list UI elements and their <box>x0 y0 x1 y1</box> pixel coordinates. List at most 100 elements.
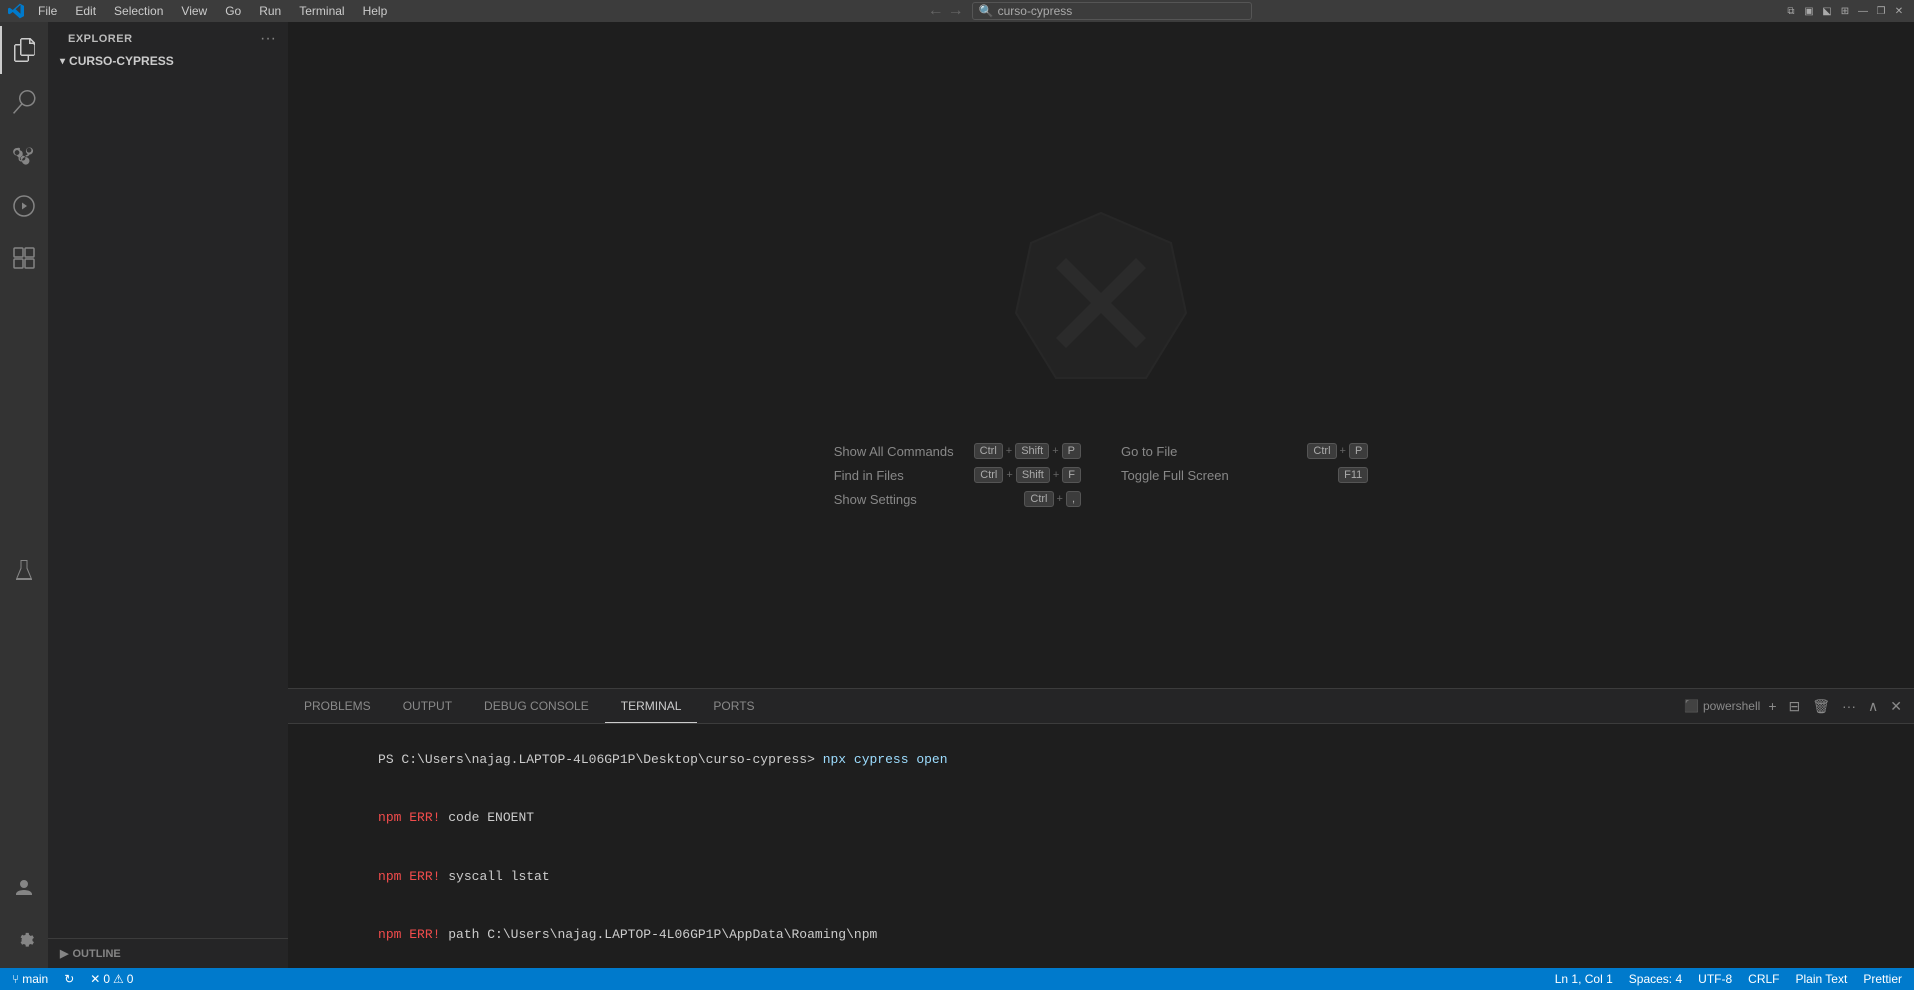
shortcut-label: Toggle Full Screen <box>1121 468 1229 483</box>
terminal-maximize-btn[interactable]: ∧ <box>1864 696 1882 717</box>
sidebar-more-btn[interactable]: ··· <box>260 30 276 48</box>
status-bar: ⑂ main ↻ ✕ 0 ⚠ 0 Ln 1, Col 1 Spaces: 4 U… <box>0 968 1914 990</box>
menu-terminal[interactable]: Terminal <box>291 2 352 20</box>
editor-area: Show All Commands Ctrl + Shift + P Go to… <box>288 22 1914 968</box>
terminal-content[interactable]: PS C:\Users\najag.LAPTOP-4L06GP1P\Deskto… <box>288 724 1914 968</box>
shortcut-goto-file: Go to File Ctrl + P <box>1121 443 1368 459</box>
terminal-split-btn[interactable]: ⊟ <box>1785 696 1805 717</box>
powershell-icon: ⬛ <box>1684 699 1699 713</box>
menu-run[interactable]: Run <box>251 2 289 20</box>
shortcut-settings: Show Settings Ctrl + , <box>834 491 1081 507</box>
folder-name: CURSO-CYPRESS <box>69 54 174 68</box>
terminal-add-btn[interactable]: + <box>1764 696 1780 716</box>
tab-output[interactable]: OUTPUT <box>387 689 468 723</box>
status-position[interactable]: Ln 1, Col 1 <box>1551 972 1617 986</box>
window-sidebar-btn[interactable]: ▣ <box>1802 4 1816 18</box>
key-ctrl: Ctrl <box>1024 491 1053 507</box>
terminal-tabs: PROBLEMS OUTPUT DEBUG CONSOLE TERMINAL P… <box>288 689 771 723</box>
key-shift: Shift <box>1016 467 1050 483</box>
warning-count: 0 <box>127 972 134 986</box>
error-count: 0 <box>103 972 110 986</box>
nav-forward[interactable]: → <box>948 2 964 20</box>
outline-arrow-icon: ▶ <box>60 947 68 960</box>
tab-terminal[interactable]: TERMINAL <box>605 689 698 723</box>
activity-extensions[interactable] <box>0 234 48 282</box>
key-shift: Shift <box>1015 443 1049 459</box>
activity-source-control[interactable] <box>0 130 48 178</box>
npm-err-syscall: syscall lstat <box>440 869 549 884</box>
titlebar-right: ⧉ ▣ ⬕ ⊞ — ❐ ✕ <box>1784 4 1906 18</box>
powershell-label: ⬛ powershell <box>1684 699 1760 713</box>
npm-err-label: npm ERR! <box>378 927 440 942</box>
menu-file[interactable]: File <box>30 2 65 20</box>
terminal-trash-btn[interactable]: 🗑 <box>1808 696 1834 717</box>
folder-header[interactable]: ▾ CURSO-CYPRESS <box>48 52 288 70</box>
activity-explorer[interactable] <box>0 26 48 74</box>
vscode-icon <box>8 3 24 19</box>
key-ctrl: Ctrl <box>974 467 1003 483</box>
npm-err-path: path C:\Users\najag.LAPTOP-4L06GP1P\AppD… <box>440 927 877 942</box>
status-eol[interactable]: CRLF <box>1744 972 1783 986</box>
search-box[interactable]: 🔍 curso-cypress <box>972 2 1252 20</box>
status-errors[interactable]: ✕ 0 ⚠ 0 <box>86 972 137 986</box>
shortcut-keys: F11 <box>1338 467 1368 483</box>
menu-edit[interactable]: Edit <box>67 2 104 20</box>
shortcut-all-commands: Show All Commands Ctrl + Shift + P <box>834 443 1081 459</box>
window-grid-btn[interactable]: ⊞ <box>1838 4 1852 18</box>
tab-ports[interactable]: PORTS <box>697 689 770 723</box>
status-formatter[interactable]: Prettier <box>1859 972 1906 986</box>
window-layout-btn[interactable]: ⧉ <box>1784 4 1798 18</box>
terminal-close-btn[interactable]: ✕ <box>1886 696 1906 717</box>
terminal-tabs-bar: PROBLEMS OUTPUT DEBUG CONSOLE TERMINAL P… <box>288 689 1914 724</box>
terminal-controls: ⬛ powershell + ⊟ 🗑 ··· ∧ ✕ <box>1684 696 1914 717</box>
activity-testing[interactable] <box>0 547 48 595</box>
powershell-text: powershell <box>1703 699 1760 713</box>
main-layout: Explorer ··· ▾ CURSO-CYPRESS ▶ Outline <box>0 22 1914 968</box>
sidebar-footer: ▶ Outline <box>48 938 288 968</box>
shortcut-keys: Ctrl + Shift + F <box>974 467 1081 483</box>
window-close[interactable]: ✕ <box>1892 4 1906 18</box>
menu-bar: File Edit Selection View Go Run Terminal… <box>30 2 395 20</box>
key-ctrl: Ctrl <box>1307 443 1336 459</box>
key-plus: + <box>1006 445 1012 457</box>
activity-run-debug[interactable] <box>0 182 48 230</box>
shortcut-find-files: Find in Files Ctrl + Shift + F <box>834 467 1081 483</box>
key-plus: + <box>1006 469 1012 481</box>
status-encoding[interactable]: UTF-8 <box>1694 972 1736 986</box>
terminal-more-btn[interactable]: ··· <box>1838 696 1860 716</box>
term-error-2: npm ERR! syscall lstat <box>300 847 1902 906</box>
sidebar-title: Explorer <box>68 33 133 45</box>
activity-settings[interactable] <box>0 916 48 964</box>
nav-arrows: ← → <box>928 2 964 20</box>
shortcut-label: Show All Commands <box>834 444 954 459</box>
status-sync[interactable]: ↻ <box>60 972 78 986</box>
activity-search[interactable] <box>0 78 48 126</box>
shortcut-label: Show Settings <box>834 492 917 507</box>
nav-back[interactable]: ← <box>928 2 944 20</box>
shortcut-keys: Ctrl + Shift + P <box>974 443 1081 459</box>
term-command: npx cypress open <box>823 752 948 767</box>
tab-debug-console[interactable]: DEBUG CONSOLE <box>468 689 605 723</box>
menu-view[interactable]: View <box>173 2 215 20</box>
outline-item[interactable]: ▶ Outline <box>48 943 288 964</box>
menu-selection[interactable]: Selection <box>106 2 171 20</box>
window-panel-btn[interactable]: ⬕ <box>1820 4 1834 18</box>
status-language[interactable]: Plain Text <box>1792 972 1852 986</box>
error-icon: ✕ <box>90 972 100 986</box>
branch-icon: ⑂ <box>12 972 19 986</box>
tab-problems[interactable]: PROBLEMS <box>288 689 387 723</box>
shortcut-keys: Ctrl + P <box>1307 443 1368 459</box>
sidebar: Explorer ··· ▾ CURSO-CYPRESS ▶ Outline <box>48 22 288 968</box>
window-restore[interactable]: ❐ <box>1874 4 1888 18</box>
key-plus: + <box>1340 445 1346 457</box>
shortcut-label: Go to File <box>1121 444 1177 459</box>
activity-account[interactable] <box>0 864 48 912</box>
npm-err-code: code ENOENT <box>440 810 534 825</box>
status-spaces[interactable]: Spaces: 4 <box>1625 972 1686 986</box>
term-error-1: npm ERR! code ENOENT <box>300 789 1902 848</box>
key-plus2: + <box>1053 469 1059 481</box>
status-branch[interactable]: ⑂ main <box>8 972 52 986</box>
window-minimize[interactable]: — <box>1856 4 1870 18</box>
menu-help[interactable]: Help <box>355 2 396 20</box>
menu-go[interactable]: Go <box>217 2 249 20</box>
